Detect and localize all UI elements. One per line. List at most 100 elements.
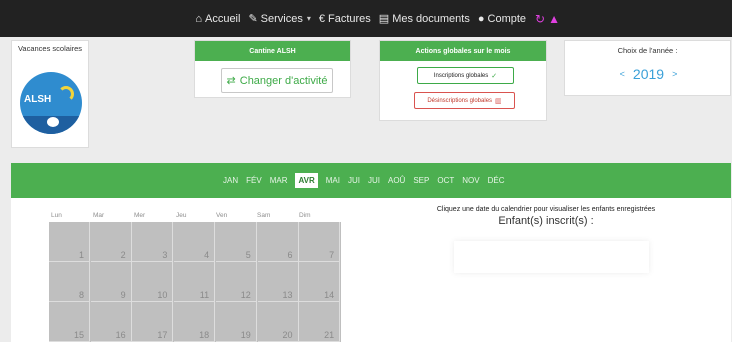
month-tab-nov[interactable]: NOV	[462, 176, 479, 185]
desinscriptions-label: Désinscriptions globales	[427, 97, 493, 104]
nav-label: Accueil	[204, 12, 241, 25]
calendar-day[interactable]: 10	[132, 262, 174, 302]
calendar-day[interactable]: 5	[215, 222, 257, 262]
month-tab-oct[interactable]: OCT	[437, 176, 454, 185]
calendar-day[interactable]: 7	[299, 222, 341, 262]
calendar-day[interactable]: 13	[257, 262, 299, 302]
day-number: 4	[204, 250, 210, 260]
day-number: 9	[120, 290, 126, 300]
day-number: 21	[324, 330, 335, 340]
cantine-header: Cantine ALSH	[195, 41, 350, 61]
nav-label: Services	[260, 12, 303, 25]
day-number: 2	[120, 250, 126, 260]
change-activity-label: Changer d'activité	[239, 74, 328, 87]
chevron-down-icon: ▾	[306, 14, 311, 23]
nav-label: Compte	[487, 12, 527, 25]
vacances-scolaires-card[interactable]: Vacances scolaires ALSH	[11, 40, 89, 148]
month-tab-mai[interactable]: MAI	[326, 176, 340, 185]
swap-icon: ⇄	[226, 75, 236, 87]
calendar-day[interactable]: 12	[215, 262, 257, 302]
month-tab-avr[interactable]: AVR	[295, 173, 318, 188]
weekday-label: Sam	[257, 212, 271, 219]
year-selector-card: Choix de l'année : < 2019 >	[564, 40, 731, 96]
calendar-day[interactable]: 21	[299, 302, 341, 342]
calendar-panel: Lun Mar Mer Jeu Ven Sam Dim 1 2 3 4 5 6 7 8 9 10 11 12 13 1…	[11, 198, 731, 342]
alsh-logo-text: ALSH	[24, 94, 52, 105]
calendar-day[interactable]: 16	[90, 302, 132, 342]
day-number: 6	[287, 250, 293, 260]
month-tab-déc[interactable]: DÉC	[488, 176, 505, 185]
nav-item-compte[interactable]: ● Compte	[478, 13, 526, 25]
calendar-hint: Cliquez une date du calendrier pour visu…	[436, 206, 656, 213]
next-year-button[interactable]: >	[672, 69, 677, 79]
desinscriptions-globales-button[interactable]: Désinscriptions globales ▥	[414, 92, 515, 109]
home-icon: ⌂	[195, 12, 202, 25]
calendar-day[interactable]: 3	[132, 222, 174, 262]
nav-label: Factures	[328, 12, 371, 25]
calendar-day[interactable]: 2	[90, 222, 132, 262]
cantine-card: Cantine ALSH ⇄ Changer d'activité	[194, 40, 351, 98]
day-number: 5	[245, 250, 251, 260]
weekday-label: Mer	[134, 212, 146, 219]
calendar-day[interactable]: 9	[90, 262, 132, 302]
weekday-label: Ven	[216, 212, 228, 219]
month-tab-fév[interactable]: FÉV	[246, 176, 262, 185]
nav-item-services[interactable]: ✎ Services ▾	[248, 12, 311, 26]
calendar-day[interactable]: 15	[49, 302, 90, 342]
year-title: Choix de l'année :	[617, 46, 678, 55]
day-number: 7	[329, 250, 335, 260]
calendar-day[interactable]: 11	[174, 262, 216, 302]
day-number: 20	[282, 330, 293, 340]
calendar-day[interactable]: 17	[132, 302, 174, 342]
day-number: 1	[78, 250, 84, 260]
calendar-day[interactable]: 6	[257, 222, 299, 262]
trash-icon: ▥	[495, 97, 502, 105]
weekday-label: Dim	[299, 212, 311, 219]
day-number: 14	[324, 290, 335, 300]
month-tab-jan[interactable]: JAN	[223, 176, 238, 185]
calendar-day[interactable]: 19	[215, 302, 257, 342]
actions-globales-card: Actions globales sur le mois Inscription…	[379, 40, 547, 121]
nav-label: Mes documents	[392, 12, 470, 25]
month-bar: JAN FÉV MAR AVR MAI JUI JUI AOÛ SEP OCT NOV DÉC	[11, 163, 731, 198]
inscriptions-globales-button[interactable]: Inscriptions globales ✓	[417, 67, 514, 84]
month-tab-aoû[interactable]: AOÛ	[388, 176, 405, 185]
day-number: 18	[199, 330, 210, 340]
calendar-day[interactable]: 8	[49, 262, 90, 302]
nav-item-accueil[interactable]: ⌂ Accueil	[195, 13, 240, 25]
day-number: 12	[240, 290, 251, 300]
prev-year-button[interactable]: <	[620, 69, 625, 79]
month-tab-jui[interactable]: JUI	[348, 176, 360, 185]
calendar-day[interactable]: 4	[174, 222, 216, 262]
day-number: 10	[157, 290, 168, 300]
month-tab-sep[interactable]: SEP	[413, 176, 429, 185]
lock-icon[interactable]: ▲	[548, 12, 560, 26]
calendar-grid: 1 2 3 4 5 6 7 8 9 10 11 12 13 14 15 16 17 18 19 20 21	[49, 222, 341, 342]
change-activity-button[interactable]: ⇄ Changer d'activité	[221, 68, 333, 93]
enfants-inscrits-label: Enfant(s) inscrit(s) :	[498, 215, 594, 227]
alsh-logo[interactable]: ALSH	[20, 72, 82, 134]
nav-item-factures[interactable]: € Factures	[319, 13, 371, 25]
day-number: 17	[157, 330, 168, 340]
vacances-title: Vacances scolaires	[17, 44, 83, 53]
month-tab-mar[interactable]: MAR	[270, 176, 288, 185]
calendar-day[interactable]: 18	[174, 302, 216, 342]
day-number: 13	[282, 290, 293, 300]
calendar-day[interactable]: 20	[257, 302, 299, 342]
euro-icon: €	[318, 12, 325, 25]
month-tab-jui[interactable]: JUI	[368, 176, 380, 185]
enfants-list	[454, 241, 649, 273]
check-icon: ✓	[491, 72, 498, 80]
calendar-day[interactable]: 14	[299, 262, 341, 302]
year-value: 2019	[632, 66, 665, 82]
weekday-label: Jeu	[176, 212, 187, 219]
pen-icon: ✎	[248, 13, 258, 25]
day-number: 16	[115, 330, 126, 340]
user-icon: ●	[477, 12, 485, 25]
nav-item-mes-documents[interactable]: ▤ Mes documents	[379, 12, 470, 26]
inscriptions-label: Inscriptions globales	[433, 72, 489, 79]
refresh-icon[interactable]: ↻	[535, 12, 545, 26]
day-number: 11	[199, 290, 210, 300]
calendar-day[interactable]: 1	[49, 222, 90, 262]
day-number: 15	[73, 330, 84, 340]
